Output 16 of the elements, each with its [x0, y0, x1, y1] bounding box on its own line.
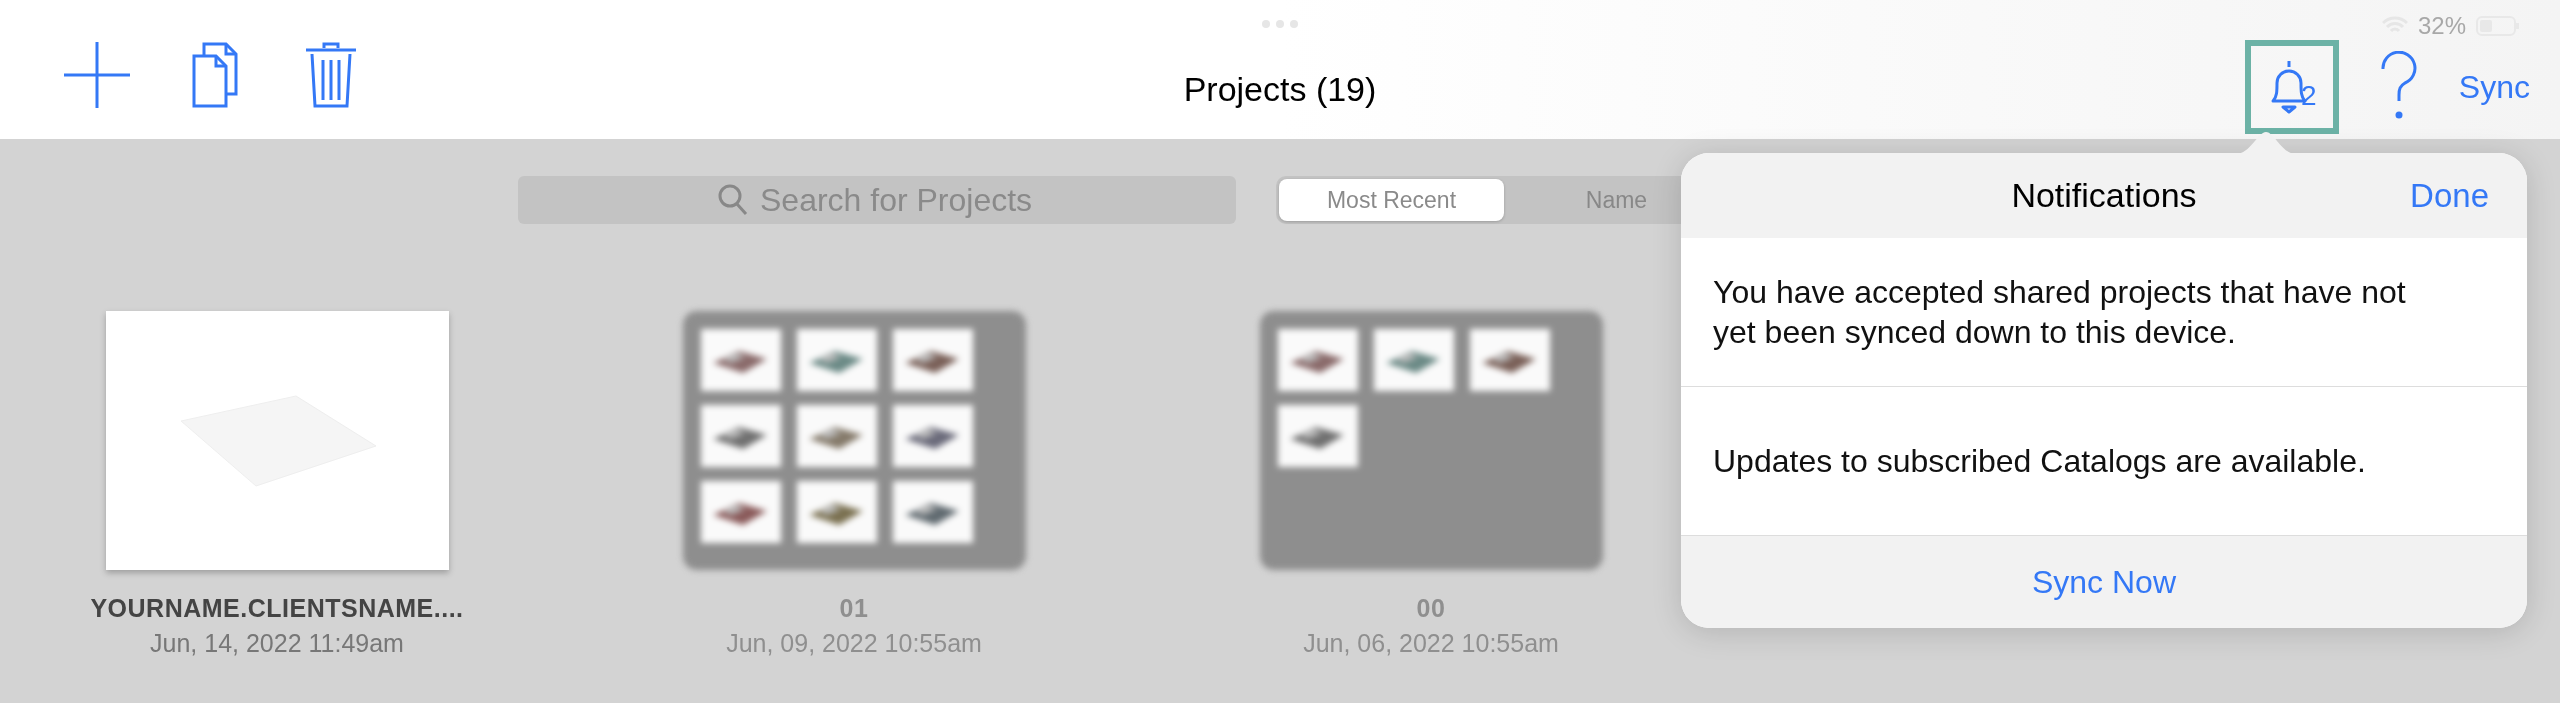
sort-tab[interactable]: Most Recent [1279, 179, 1504, 221]
search-field[interactable]: Search for Projects [518, 176, 1236, 224]
done-button[interactable]: Done [2410, 176, 2489, 215]
project-date: Jun, 09, 2022 10:55am [726, 629, 982, 658]
notification-message: You have accepted shared projects that have not yet been synced down to this device. [1681, 238, 2527, 387]
sync-now-button[interactable]: Sync Now [2031, 563, 2176, 601]
sync-button[interactable]: Sync [2458, 68, 2530, 106]
popover-title: Notifications [2011, 176, 2197, 215]
project-name: 01 [839, 594, 869, 623]
project-name: YOURNAME.CLIENTSNAME.... [90, 594, 464, 623]
window-title: Projects (19) [1183, 70, 1377, 109]
project-date: Jun, 14, 2022 11:49am [150, 629, 404, 658]
sort-tab[interactable]: Name [1504, 179, 1729, 221]
battery-percentage: 32% [2417, 12, 2466, 40]
project-date: Jun, 06, 2022 10:55am [1303, 629, 1559, 658]
project-name: 00 [1416, 594, 1446, 623]
